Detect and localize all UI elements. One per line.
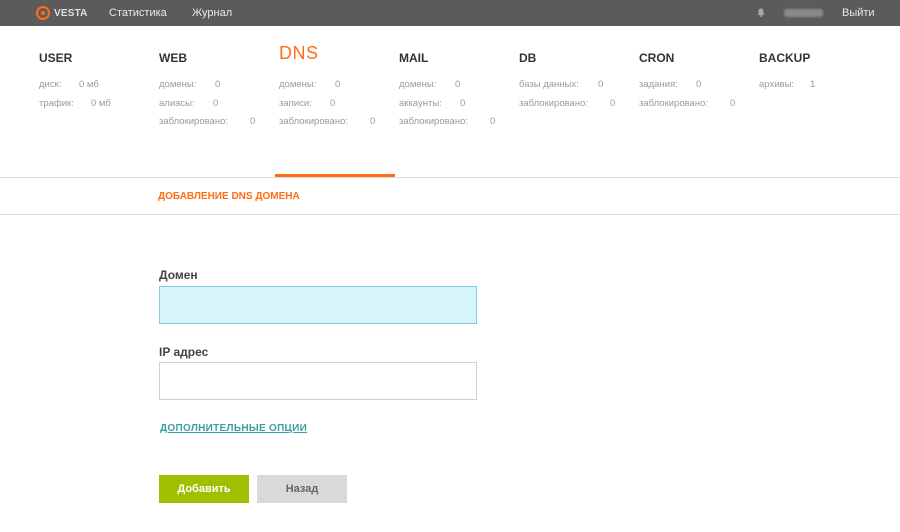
add-button[interactable]: Добавить <box>159 475 249 503</box>
stat-title-mail: MAIL <box>399 51 429 65</box>
logo-text: VESTA <box>54 7 88 19</box>
stat-value: 0 мб <box>91 98 111 109</box>
domain-input[interactable] <box>159 286 477 324</box>
stat-value: 0 <box>730 98 736 109</box>
advanced-options-link[interactable]: ДОПОЛНИТЕЛЬНЫЕ ОПЦИИ <box>160 423 307 434</box>
stat-title-user: USER <box>39 51 73 65</box>
username-blurred[interactable] <box>784 9 823 17</box>
stat-db[interactable]: DB базы данных: 0 заблокировано: 0 <box>519 51 639 109</box>
nav-log-link[interactable]: Журнал <box>192 0 232 26</box>
stat-label: домены: <box>399 79 437 90</box>
stat-title-dns: DNS <box>279 43 319 63</box>
stat-label: заблокировано: <box>519 98 589 109</box>
ip-address-label: IP адрес <box>159 345 209 359</box>
stat-title-cron: CRON <box>639 51 675 65</box>
stat-label: заблокировано: <box>639 98 709 109</box>
stat-label: архивы: <box>759 79 795 90</box>
stat-value: 0 <box>490 116 496 127</box>
stat-row: аккаунты: 0 <box>399 98 465 109</box>
ip-address-input[interactable] <box>159 362 477 400</box>
stat-value: 0 <box>215 79 221 90</box>
stat-value: 0 <box>598 79 604 90</box>
stat-row: алиасы: 0 <box>159 98 218 109</box>
stat-row: записи: 0 <box>279 98 335 109</box>
stat-row: базы данных: 0 <box>519 79 603 90</box>
stat-label: аккаунты: <box>399 98 442 109</box>
logout-link[interactable]: Выйти <box>842 0 875 26</box>
stat-label: алиасы: <box>159 98 195 109</box>
stat-value: 0 <box>250 116 256 127</box>
stat-row: диск: 0 мб <box>39 79 99 90</box>
stat-label: домены: <box>279 79 317 90</box>
nav-statistics-link[interactable]: Статистика <box>109 0 167 26</box>
page-title: ДОБАВЛЕНИЕ DNS ДОМЕНА <box>158 191 300 202</box>
stat-label: базы данных: <box>519 79 579 90</box>
stat-row: заблокировано: 0 <box>159 116 255 127</box>
stat-title-backup: BACKUP <box>759 51 811 65</box>
back-button[interactable]: Назад <box>257 475 347 503</box>
stat-mail[interactable]: MAIL домены: 0 аккаунты: 0 заблокировано: 0 <box>399 51 519 127</box>
domain-label: Домен <box>159 268 198 282</box>
stat-title-web: WEB <box>159 51 187 65</box>
vesta-logo[interactable]: VESTA <box>36 5 88 21</box>
stat-title-db: DB <box>519 51 537 65</box>
stat-row: домены: 0 <box>399 79 460 90</box>
bell-icon[interactable] <box>757 8 765 17</box>
stat-value: 0 <box>213 98 219 109</box>
stat-row: архивы: 1 <box>759 79 815 90</box>
stat-web[interactable]: WEB домены: 0 алиасы: 0 заблокировано: 0 <box>159 51 279 127</box>
stat-value: 0 <box>460 98 466 109</box>
stat-label: заблокировано: <box>279 116 349 127</box>
stat-row: задания: 0 <box>639 79 701 90</box>
top-bar: VESTA Статистика Журнал Выйти <box>0 0 900 26</box>
stat-backup[interactable]: BACKUP архивы: 1 <box>759 51 879 90</box>
stat-row: трафик: 0 мб <box>39 98 111 109</box>
stat-value: 0 <box>330 98 336 109</box>
stat-value: 0 <box>455 79 461 90</box>
stat-value: 1 <box>810 79 816 90</box>
stat-value: 0 мб <box>79 79 99 90</box>
stat-row: заблокировано: 0 <box>399 116 495 127</box>
divider <box>0 214 900 215</box>
stat-row: домены: 0 <box>279 79 340 90</box>
stat-label: записи: <box>279 98 312 109</box>
stat-label: заблокировано: <box>159 116 229 127</box>
stat-label: трафик: <box>39 98 74 109</box>
stat-label: заблокировано: <box>399 116 469 127</box>
divider <box>0 177 900 178</box>
stat-row: заблокировано: 0 <box>639 98 735 109</box>
stat-cron[interactable]: CRON задания: 0 заблокировано: 0 <box>639 51 759 109</box>
stat-label: диск: <box>39 79 62 90</box>
vesta-logo-icon <box>36 6 50 20</box>
stat-value: 0 <box>696 79 702 90</box>
stat-row: заблокировано: 0 <box>519 98 615 109</box>
stat-label: домены: <box>159 79 197 90</box>
stat-value: 0 <box>370 116 376 127</box>
stat-value: 0 <box>610 98 616 109</box>
stat-dns[interactable]: DNS домены: 0 записи: 0 заблокировано: 0 <box>279 44 399 127</box>
stat-user[interactable]: USER диск: 0 мб трафик: 0 мб <box>39 51 159 109</box>
stat-value: 0 <box>335 79 341 90</box>
stat-row: заблокировано: 0 <box>279 116 375 127</box>
stat-row: домены: 0 <box>159 79 220 90</box>
stat-label: задания: <box>639 79 678 90</box>
